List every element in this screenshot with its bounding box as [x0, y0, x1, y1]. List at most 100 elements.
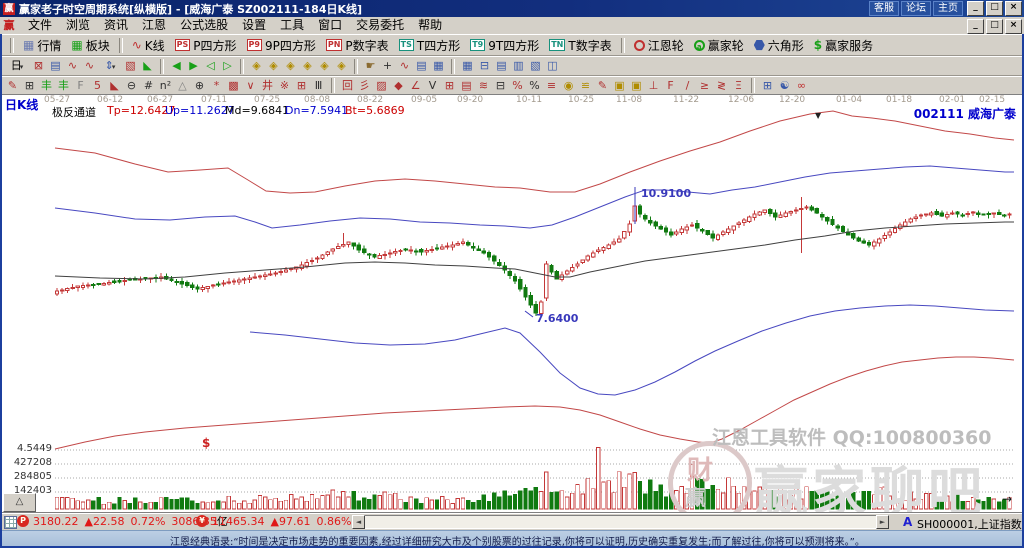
minimize-button[interactable]: _: [967, 1, 984, 16]
quick-link-0[interactable]: 客服: [869, 1, 899, 16]
tools-icon[interactable]: ▧: [527, 58, 544, 74]
save-icon[interactable]: ▥: [510, 58, 527, 74]
menu-item-6[interactable]: 工具: [273, 17, 311, 34]
flag-icon[interactable]: ◣: [139, 58, 156, 74]
menu-item-9[interactable]: 帮助: [411, 17, 449, 34]
winner-wheel-button[interactable]: a赢家轮: [689, 35, 749, 55]
slash-icon[interactable]: /: [679, 78, 696, 94]
gann-diamond4-icon[interactable]: ◈: [299, 58, 316, 74]
chart-area[interactable]: 财 赢 △ 日K线002111 威海广泰江恩工具软件 QQ:100800360赢…: [0, 95, 1024, 512]
gann-diamond3-icon[interactable]: ◈: [282, 58, 299, 74]
columns-icon[interactable]: Ⅲ: [310, 78, 327, 94]
fib2-icon[interactable]: F: [662, 78, 679, 94]
mini-chart2-icon[interactable]: ∿: [81, 58, 98, 74]
lines3-icon[interactable]: ≡: [543, 78, 560, 94]
sse-index-icon[interactable]: P: [17, 515, 29, 527]
p-square-button[interactable]: PSP四方形: [170, 35, 242, 55]
diamond-icon[interactable]: ◆: [390, 78, 407, 94]
draw-pen-icon[interactable]: ✎: [4, 78, 21, 94]
next-bar-icon[interactable]: ▷: [219, 58, 236, 74]
quick-link-2[interactable]: 主页: [933, 1, 963, 16]
prev-bar-icon[interactable]: ◁: [202, 58, 219, 74]
go-last-icon[interactable]: ▶: [185, 58, 202, 74]
child-restore-button[interactable]: □: [986, 19, 1003, 34]
menu-item-5[interactable]: 设置: [235, 17, 273, 34]
9p-square-button[interactable]: P99P四方形: [242, 35, 321, 55]
quote-page-icon[interactable]: ▤: [47, 58, 64, 74]
menu-item-1[interactable]: 浏览: [59, 17, 97, 34]
gann-wheel-button[interactable]: 江恩轮: [629, 35, 689, 55]
grid4-icon[interactable]: ⊞: [21, 78, 38, 94]
circle-minus-icon[interactable]: ⊖: [123, 78, 140, 94]
grid-tool-icon[interactable]: ▦: [430, 58, 447, 74]
quick-link-1[interactable]: 论坛: [901, 1, 931, 16]
minus-box-icon[interactable]: ⊟: [492, 78, 509, 94]
gann-diamond6-icon[interactable]: ◈: [333, 58, 350, 74]
percent-icon[interactable]: %: [526, 78, 543, 94]
gold-circle-icon[interactable]: ◉: [560, 78, 577, 94]
gann-diamond2-icon[interactable]: ◈: [265, 58, 282, 74]
notebook-icon[interactable]: ▤: [493, 58, 510, 74]
well-grid-icon[interactable]: 井: [259, 78, 276, 94]
angle-icon[interactable]: ∠: [407, 78, 424, 94]
overlay-icon[interactable]: ▧: [122, 58, 139, 74]
status-grid-icon[interactable]: [4, 516, 17, 529]
gtlt-icon[interactable]: ≷: [713, 78, 730, 94]
hatch-box-icon[interactable]: ▨: [373, 78, 390, 94]
menu-item-0[interactable]: 文件: [21, 17, 59, 34]
grid5-icon[interactable]: ⊞: [441, 78, 458, 94]
t-numtable-button[interactable]: TNT数字表: [544, 35, 617, 55]
triangle-icon[interactable]: △: [174, 78, 191, 94]
gold-box2-icon[interactable]: ▣: [628, 78, 645, 94]
child-close-button[interactable]: ×: [1005, 19, 1022, 34]
red-pen2-icon[interactable]: ✎: [594, 78, 611, 94]
menu-item-3[interactable]: 江恩: [135, 17, 173, 34]
gann-fan-dn-icon[interactable]: 丰: [55, 78, 72, 94]
color-grid-icon[interactable]: ⊞: [759, 78, 776, 94]
status-scrollbar[interactable]: ◄ ►: [352, 515, 889, 529]
square-n-icon[interactable]: n²: [157, 78, 174, 94]
close-button[interactable]: ×: [1005, 1, 1022, 16]
hexagon-button[interactable]: 六角形: [749, 35, 809, 55]
go-first-icon[interactable]: ◀: [168, 58, 185, 74]
infinity-icon[interactable]: ∞: [793, 78, 810, 94]
new-window-icon[interactable]: ⊠: [30, 58, 47, 74]
menu-item-2[interactable]: 资讯: [97, 17, 135, 34]
computer-icon[interactable]: ◫: [544, 58, 561, 74]
vee2-icon[interactable]: V: [424, 78, 441, 94]
gold-box1-icon[interactable]: ▣: [611, 78, 628, 94]
rays-icon[interactable]: 彡: [356, 78, 373, 94]
fib-f-icon[interactable]: F: [72, 78, 89, 94]
mini-chart-icon[interactable]: ∿: [64, 58, 81, 74]
shaded-box-icon[interactable]: ▩: [225, 78, 242, 94]
gte-icon[interactable]: ≥: [696, 78, 713, 94]
rows-box-icon[interactable]: ▤: [458, 78, 475, 94]
szse-index-icon[interactable]: ¥: [196, 515, 208, 527]
vee-icon[interactable]: ∨: [242, 78, 259, 94]
scroll-left-button[interactable]: ◄: [352, 515, 365, 529]
menu-item-8[interactable]: 交易委托: [349, 17, 411, 34]
crosshair-tool-icon[interactable]: +: [379, 58, 396, 74]
calculator-icon[interactable]: ⊟: [476, 58, 493, 74]
sectors-button[interactable]: ▦板块: [66, 35, 114, 55]
yinyang-icon[interactable]: ☯: [776, 78, 793, 94]
p-numtable-button[interactable]: PNP数字表: [321, 35, 394, 55]
restore-button[interactable]: □: [986, 1, 1003, 16]
winner-service-button[interactable]: $赢家服务: [809, 35, 878, 55]
menu-item-4[interactable]: 公式选股: [173, 17, 235, 34]
hash-grid-icon[interactable]: #: [140, 78, 157, 94]
zigzag-tool-icon[interactable]: ∿: [396, 58, 413, 74]
gann-diamond5-icon[interactable]: ◈: [316, 58, 333, 74]
menu-item-7[interactable]: 窗口: [311, 17, 349, 34]
kline-button[interactable]: ∿K线: [127, 35, 170, 55]
note-tool-icon[interactable]: ▤: [413, 58, 430, 74]
perp-icon[interactable]: ⊥: [645, 78, 662, 94]
scroll-track[interactable]: [365, 515, 876, 529]
star-fan-icon[interactable]: *: [208, 78, 225, 94]
percent-red-icon[interactable]: %: [509, 78, 526, 94]
web-icon[interactable]: ※: [276, 78, 293, 94]
gold-eq-icon[interactable]: ≌: [577, 78, 594, 94]
period-day-button[interactable]: 日▾: [4, 58, 30, 74]
spiral-icon[interactable]: 回: [339, 78, 356, 94]
num5-icon[interactable]: 5: [89, 78, 106, 94]
